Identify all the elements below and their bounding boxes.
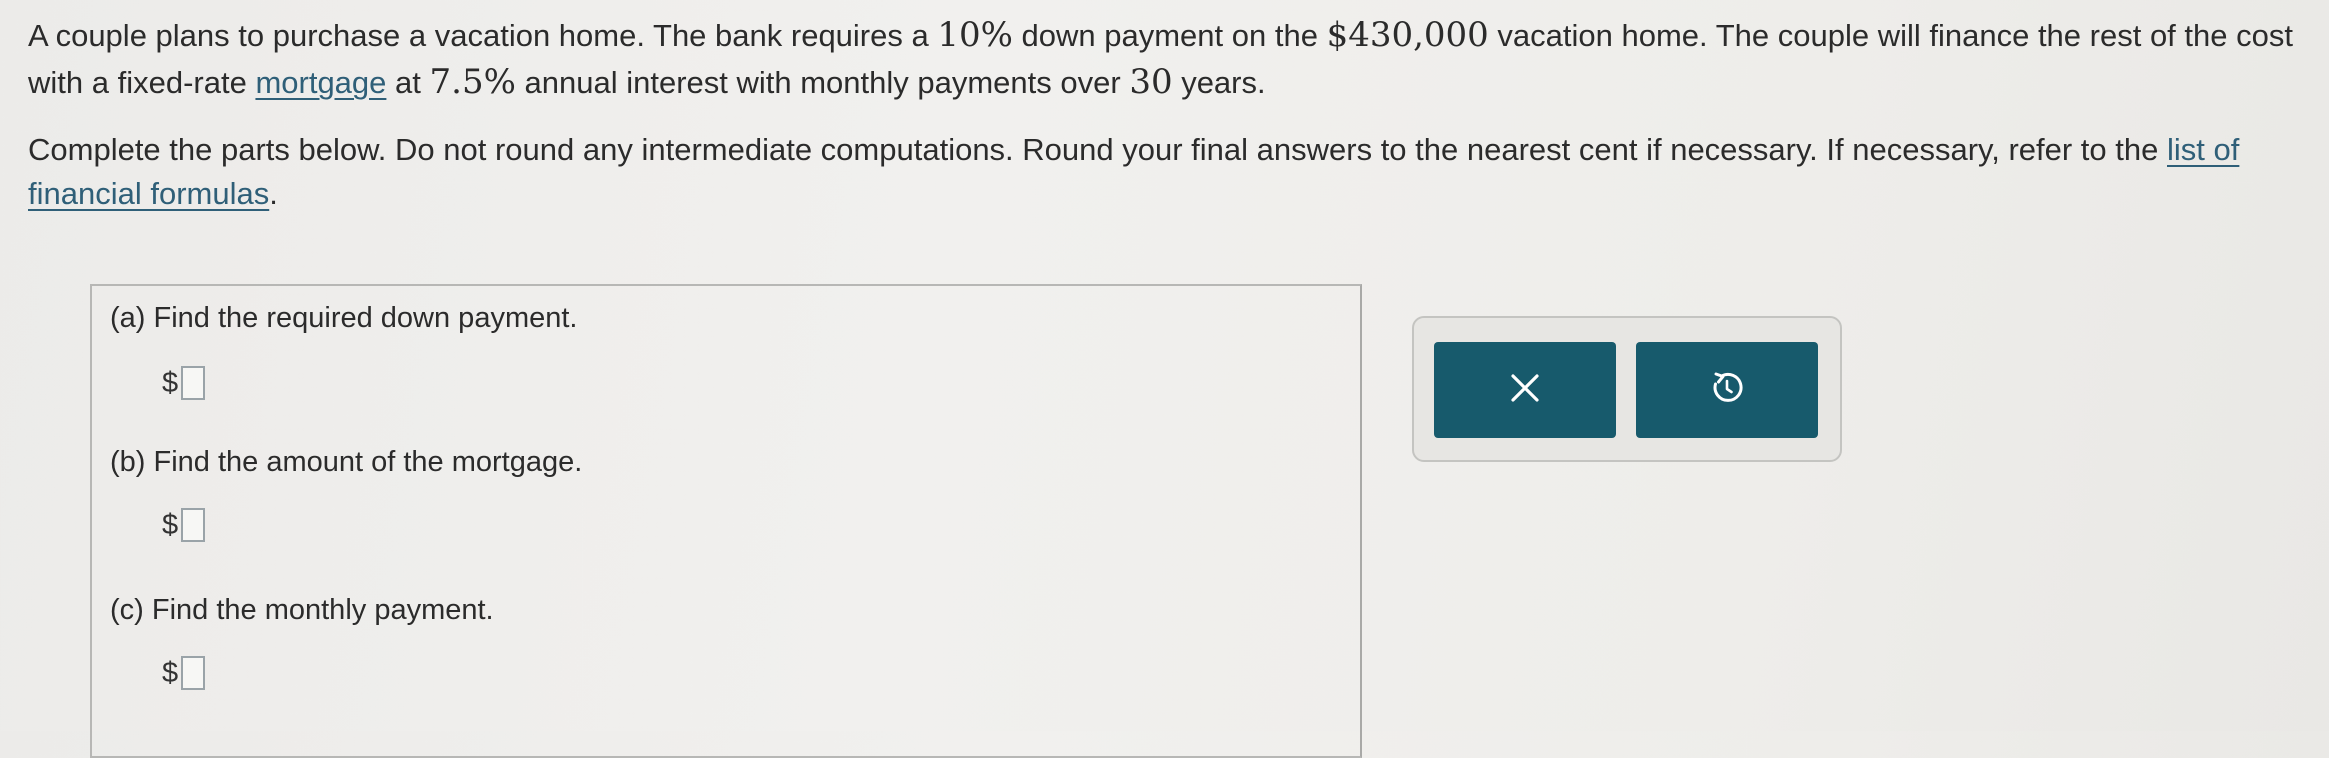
instructions-paragraph: Complete the parts below. Do not round a… [28,128,2308,216]
undo-icon [1709,370,1745,411]
problem-text: years. [1172,65,1266,100]
part-c: (c) Find the monthly payment. [110,592,494,628]
part-a-answer-row: $ [162,366,206,400]
instructions-text: . [269,176,278,211]
part-b-answer-row: $ [162,508,206,542]
loan-years: 30 [1129,62,1173,102]
problem-paragraph: A couple plans to purchase a vacation ho… [28,12,2308,106]
problem-statement: A couple plans to purchase a vacation ho… [28,12,2308,216]
home-price: $430,000 [1326,15,1489,55]
answer-panel: (a) Find the required down payment. $ (b… [90,284,1362,758]
down-payment-percent: 10% [937,15,1013,55]
interest-rate: 7.5% [429,62,516,102]
part-a-label: (a) Find the required down payment. [110,302,578,334]
part-b: (b) Find the amount of the mortgage. [110,444,582,480]
part-a: (a) Find the required down payment. [110,300,577,336]
undo-button[interactable] [1636,342,1818,438]
clear-button[interactable] [1434,342,1616,438]
mortgage-definition-link[interactable]: mortgage [255,65,386,100]
down-payment-input[interactable] [181,366,206,400]
problem-text: annual interest with monthly payments ov… [515,65,1130,100]
currency-symbol: $ [162,656,179,689]
monthly-payment-input[interactable] [181,656,206,690]
part-c-answer-row: $ [162,656,206,690]
problem-text: at [386,65,430,100]
part-b-label: (b) Find the amount of the mortgage. [110,446,583,478]
instructions-text: Complete the parts below. Do not round a… [28,132,2167,167]
currency-symbol: $ [162,366,179,399]
close-icon [1508,371,1542,410]
mortgage-amount-input[interactable] [181,508,206,542]
problem-text: A couple plans to purchase a vacation ho… [28,18,938,53]
answer-actions [1412,316,1842,462]
part-c-label: (c) Find the monthly payment. [110,594,494,626]
problem-text: down payment on the [1012,18,1327,53]
currency-symbol: $ [162,508,179,541]
